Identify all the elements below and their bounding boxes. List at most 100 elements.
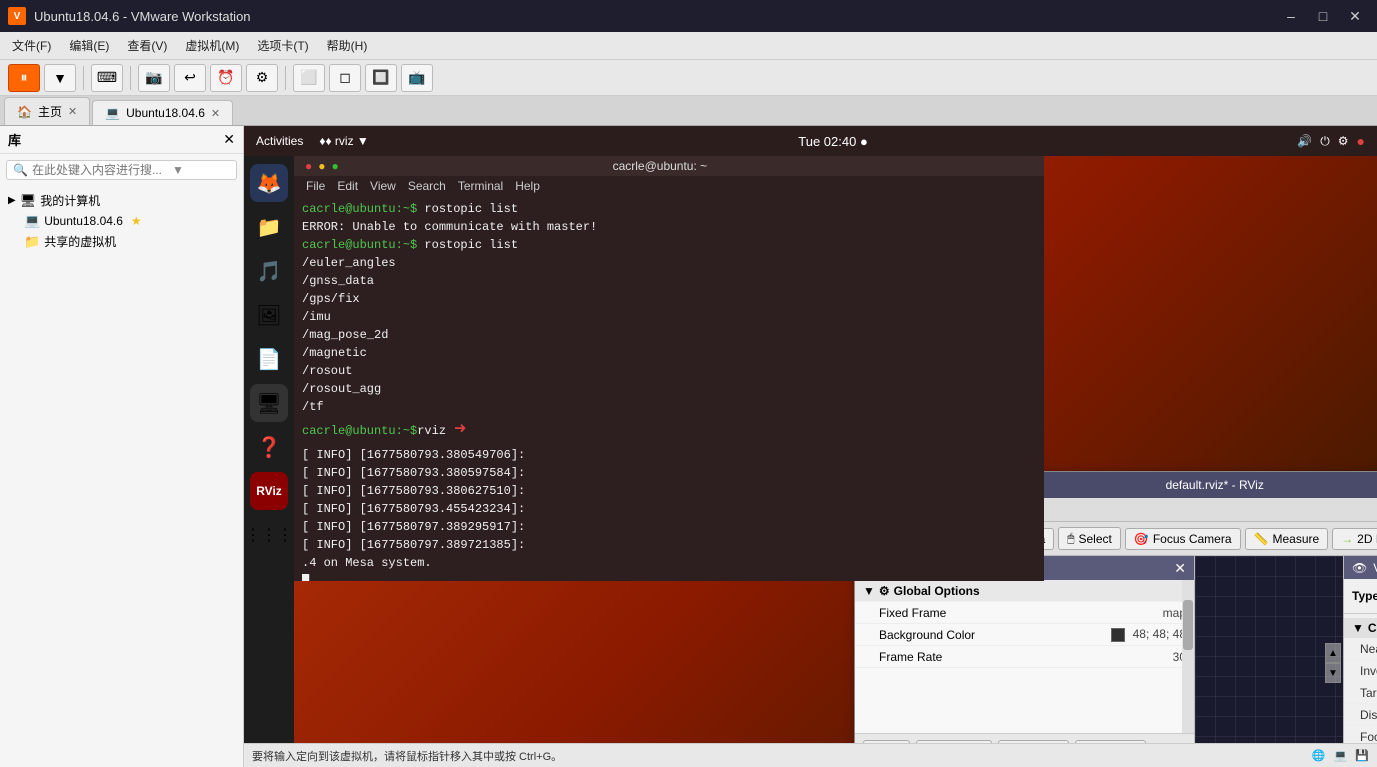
focus-camera-label: Focus Camera <box>1153 532 1232 546</box>
activities-btn[interactable]: Activities <box>256 134 303 148</box>
menu-vm[interactable]: 虚拟机(M) <box>177 34 247 57</box>
terminal-line-5: /gnss_data <box>302 272 1036 290</box>
terminal-log-3: [ INFO] [1677580793.380627510]: <box>302 482 1036 500</box>
terminal-content[interactable]: cacrle@ubuntu:~$ rostopic list ERROR: Un… <box>294 196 1044 581</box>
toolbar-settings-btn[interactable]: ⚙ <box>246 64 278 92</box>
rename-display-btn[interactable]: Rename <box>1075 740 1146 743</box>
power-icon[interactable]: ⏻ <box>1320 134 1330 149</box>
pose-icon: → <box>1341 532 1353 546</box>
measure-btn[interactable]: 📏 Measure <box>1245 528 1329 550</box>
toolbar-play-dropdown[interactable]: ▼ <box>44 64 76 92</box>
terminal-menu-file[interactable]: File <box>306 179 325 193</box>
cursor-icon: 🖱 <box>1067 531 1074 546</box>
invert-z-label: Invert Z Axis <box>1360 664 1377 678</box>
terminal-menu-help[interactable]: Help <box>515 179 540 193</box>
menu-tab[interactable]: 选项卡(T) <box>249 34 316 57</box>
sidebar-item-my-computer[interactable]: ▶ 🖥 我的计算机 <box>4 190 239 211</box>
focus-camera-btn[interactable]: 🎯 Focus Camera <box>1125 528 1241 550</box>
menu-help[interactable]: 帮助(H) <box>319 34 376 57</box>
nav-up-btn[interactable]: ▲ <box>1325 643 1341 663</box>
network-status-icon: 🌐 <box>1312 749 1326 762</box>
dock-icon-firefox[interactable]: 🦊 <box>250 164 288 202</box>
volume-icon[interactable]: 🔊 <box>1297 134 1312 148</box>
dock-icon-help[interactable]: ❓ <box>250 428 288 466</box>
select-tool-btn[interactable]: 🖱 Select <box>1058 527 1121 550</box>
add-display-btn[interactable]: Add <box>863 740 910 743</box>
minimize-button[interactable]: – <box>1277 5 1305 27</box>
background-color-row: Background Color 48; 48; 48 <box>855 624 1194 646</box>
tab-ubuntu-label: Ubuntu18.04.6 <box>126 106 205 120</box>
duplicate-display-btn[interactable]: Duplicate <box>916 740 992 743</box>
displays-scrollbar[interactable] <box>1182 580 1194 733</box>
tab-ubuntu[interactable]: 💻 Ubuntu18.04.6 ✕ <box>92 100 233 125</box>
toolbar-view-btn[interactable]: 📺 <box>401 64 433 92</box>
terminal-menu-terminal[interactable]: Terminal <box>458 179 503 193</box>
remove-display-btn[interactable]: Remove <box>998 740 1069 743</box>
vm-status-icon: 💻 <box>1334 749 1348 762</box>
dock-icon-docs[interactable]: 📄 <box>250 340 288 378</box>
rviz-indicator[interactable]: ♦♦ rviz ▼ <box>319 134 368 148</box>
3d-view[interactable]: ▲ ▼ <box>1195 556 1343 743</box>
terminal-menu-view[interactable]: View <box>370 179 396 193</box>
terminal-min-btn[interactable]: ● <box>318 159 325 173</box>
sidebar-close-btn[interactable]: ✕ <box>223 131 235 148</box>
dock-icon-rviz[interactable]: RViz <box>250 472 288 510</box>
settings-icon[interactable]: ⚙ <box>1338 134 1349 148</box>
pose-estimate-btn[interactable]: → 2D Pose Estimate <box>1332 528 1377 550</box>
toolbar-fullscreen-btn[interactable]: ⬜ <box>293 64 325 92</box>
toolbar-snapshot-btn[interactable]: 📷 <box>138 64 170 92</box>
terminal-log-6: [ INFO] [1677580797.389721385]: <box>302 536 1036 554</box>
dock-icon-photos[interactable]: 🖼 <box>250 296 288 334</box>
terminal-line-6: /gps/fix <box>302 290 1036 308</box>
sidebar-item-shared[interactable]: 📁 共享的虚拟机 <box>20 231 239 252</box>
terminal-titlebar: ● ● ● cacrle@ubuntu: ~ <box>294 156 1044 176</box>
ubuntu-time: Tue 02:40 ● <box>798 134 868 149</box>
fixed-frame-row: Fixed Frame map <box>855 602 1194 624</box>
maximize-button[interactable]: □ <box>1309 5 1337 27</box>
title-bar: V Ubuntu18.04.6 - VMware Workstation – □… <box>0 0 1377 32</box>
terminal-line-rviz: cacrle@ubuntu:~$ rviz ➜ <box>302 416 1036 446</box>
tab-home-close[interactable]: ✕ <box>68 105 77 118</box>
tab-home[interactable]: 🏠 主页 ✕ <box>4 97 90 125</box>
terminal-menu-search[interactable]: Search <box>408 179 446 193</box>
terminal-window[interactable]: ● ● ● cacrle@ubuntu: ~ File Edit View Se… <box>294 156 1044 596</box>
displays-close-btn[interactable]: ✕ <box>1174 560 1186 577</box>
background-color-value[interactable]: 48; 48; 48 <box>1111 627 1186 642</box>
toolbar-restore-btn[interactable]: ↩ <box>174 64 206 92</box>
toolbar-suspend-btn[interactable]: ⏰ <box>210 64 242 92</box>
dock-icon-music[interactable]: 🎵 <box>250 252 288 290</box>
pose-estimate-label: 2D Pose Estimate <box>1357 532 1377 546</box>
ubuntu-dock: 🦊 📁 🎵 🖼 📄 🖥 ❓ RViz ⋮⋮⋮ <box>244 156 294 743</box>
focal-shape-label: Focal Shap... <box>1360 730 1377 744</box>
toolbar-play-btn[interactable]: ⏸ <box>8 64 40 92</box>
ubuntu-desktop[interactable]: Activities ♦♦ rviz ▼ Tue 02:40 ● 🔊 ⏻ ⚙ ●… <box>244 126 1377 743</box>
toolbar-zoom-btn[interactable]: 🔲 <box>365 64 397 92</box>
displays-scrollbar-thumb[interactable] <box>1183 600 1193 650</box>
terminal-line-7: /imu <box>302 308 1036 326</box>
sidebar-item-ubuntu[interactable]: 💻 Ubuntu18.04.6 ★ <box>20 211 239 231</box>
toolbar-unity-btn[interactable]: ◻ <box>329 64 361 92</box>
menu-file[interactable]: 文件(F) <box>4 34 59 57</box>
nav-down-btn[interactable]: ▼ <box>1325 663 1341 683</box>
focal-shape-row: Focal Shap... 0.05 <box>1344 726 1377 743</box>
views-icon: 👁 <box>1352 561 1367 575</box>
search-dropdown-icon[interactable]: ▼ <box>172 163 184 177</box>
dock-icon-files[interactable]: 📁 <box>250 208 288 246</box>
toolbar-send-ctrl-alt-del[interactable]: ⌨ <box>91 64 123 92</box>
storage-icon: 💾 <box>1355 749 1369 762</box>
menu-edit[interactable]: 编辑(E) <box>61 34 117 57</box>
nav-arrows: ▲ ▼ <box>1325 643 1341 683</box>
terminal-line-12: /tf <box>302 398 1036 416</box>
terminal-close-btn[interactable]: ● <box>305 159 312 173</box>
close-button[interactable]: ✕ <box>1341 5 1369 27</box>
menu-view[interactable]: 查看(V) <box>119 34 175 57</box>
dock-icon-apps[interactable]: ⋮⋮⋮ <box>250 516 288 554</box>
near-clip-row: Near Clip ... 0.01 <box>1344 638 1377 660</box>
terminal-menu-edit[interactable]: Edit <box>337 179 358 193</box>
sidebar-search-box[interactable]: 🔍 ▼ <box>6 160 237 180</box>
terminal-max-btn[interactable]: ● <box>332 159 339 173</box>
sidebar-search-input[interactable] <box>32 163 172 177</box>
dock-icon-terminal[interactable]: 🖥 <box>250 384 288 422</box>
arrow-right-icon: ➜ <box>454 416 466 446</box>
tab-ubuntu-close[interactable]: ✕ <box>211 107 220 120</box>
